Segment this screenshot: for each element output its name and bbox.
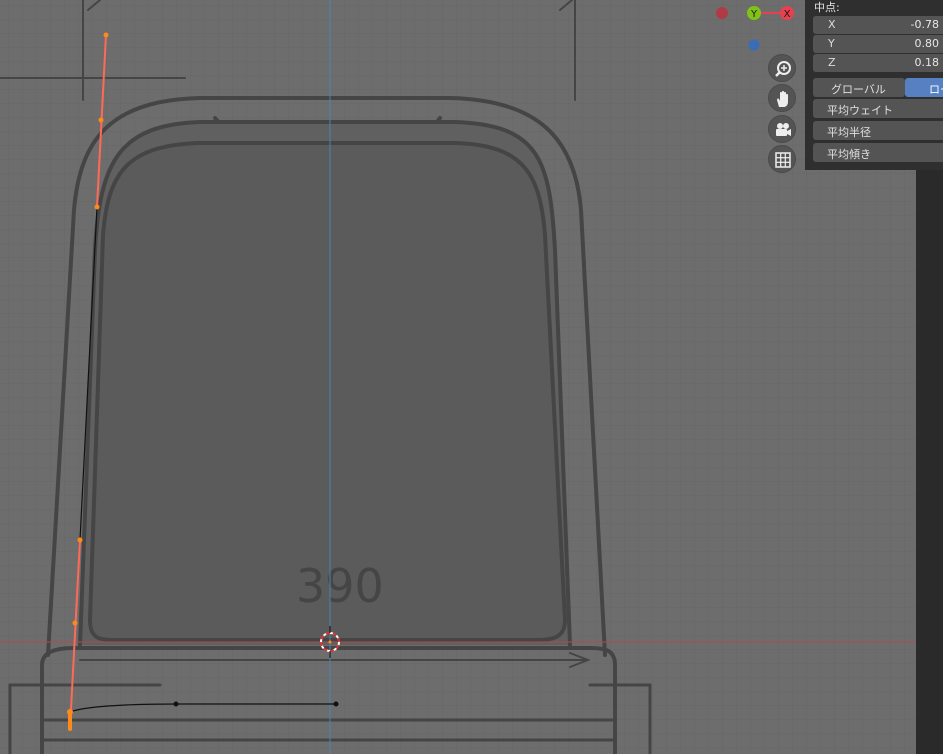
viewport-scene[interactable]: 390 <box>0 0 943 754</box>
grid-icon <box>775 152 791 168</box>
average-radius-field[interactable]: 平均半径 <box>813 121 943 140</box>
curve-vertex <box>173 701 179 707</box>
global-toggle[interactable]: グローバル <box>813 78 905 97</box>
curve-vertex <box>333 701 339 707</box>
median-y-label: Y <box>828 37 835 50</box>
item-sidebar-panel: 中点: X -0.78 Y 0.80 Z 0.18 グローバル ロー 平均ウェイ… <box>805 0 943 170</box>
pan-button[interactable] <box>768 84 796 112</box>
average-radius-label: 平均半径 <box>827 126 871 139</box>
median-x-field[interactable]: X -0.78 <box>813 16 943 34</box>
curve-vertex <box>98 117 104 123</box>
average-weight-field[interactable]: 平均ウェイト <box>813 99 943 118</box>
median-z-field[interactable]: Z 0.18 <box>813 54 943 72</box>
median-x-value: -0.78 <box>910 18 939 31</box>
zoom-button[interactable] <box>768 54 796 82</box>
curve-vertex <box>72 620 78 626</box>
median-x-label: X <box>828 18 836 31</box>
average-tilt-label: 平均傾き <box>827 148 871 161</box>
median-y-value: 0.80 <box>914 37 940 50</box>
x-axis-label: X <box>784 9 791 20</box>
global-label: グローバル <box>831 83 886 96</box>
dimension-text: 390 <box>296 559 384 613</box>
curve-vertex <box>103 32 109 38</box>
curve-vertex <box>77 537 83 543</box>
zoom-in-icon <box>775 61 791 77</box>
median-z-label: Z <box>828 56 836 69</box>
3d-viewport[interactable]: 390 Y X 中点: X -0.78 Y 0.80 Z 0.18 グローバル … <box>0 0 943 754</box>
hand-icon <box>777 90 788 107</box>
sidebar-region-edge <box>916 170 943 754</box>
local-label: ロー <box>929 83 943 96</box>
y-axis-label: Y <box>750 9 758 20</box>
z-axis-handle[interactable] <box>748 39 760 51</box>
curve-vertex-cluster <box>68 713 72 731</box>
curve-vertex <box>94 204 100 210</box>
camera-icon <box>776 123 791 136</box>
navigation-gizmo[interactable]: Y X <box>712 0 802 58</box>
x-negative-axis[interactable] <box>716 7 728 19</box>
average-weight-label: 平均ウェイト <box>827 104 893 117</box>
median-z-value: 0.18 <box>914 56 940 69</box>
median-title: 中点: <box>814 1 840 14</box>
local-toggle[interactable]: ロー <box>905 78 943 97</box>
median-y-field[interactable]: Y 0.80 <box>813 35 943 53</box>
grid-view-button[interactable] <box>768 145 796 173</box>
camera-view-button[interactable] <box>768 115 796 143</box>
average-tilt-field[interactable]: 平均傾き <box>813 143 943 162</box>
